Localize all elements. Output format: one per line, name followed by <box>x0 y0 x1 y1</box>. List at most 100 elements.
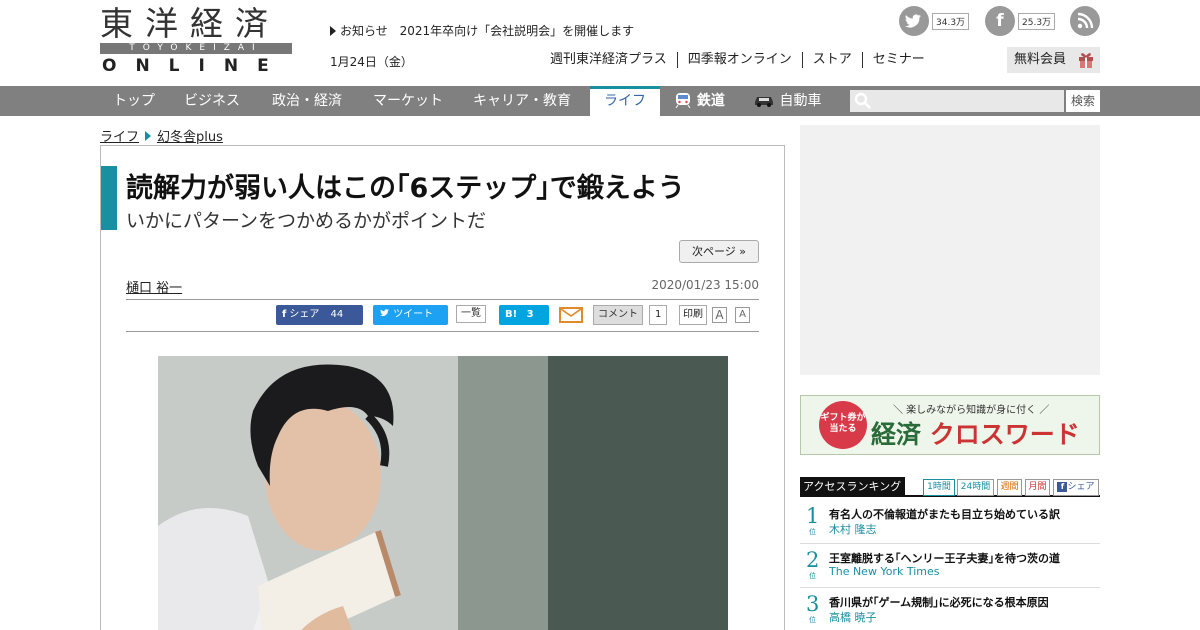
nav-politics-economy[interactable]: 政治・経済 <box>272 86 342 116</box>
advertisement[interactable] <box>800 125 1100 375</box>
ranking-tab-24h[interactable]: 24時間 <box>957 479 994 496</box>
train-icon <box>675 93 691 109</box>
mail-icon[interactable] <box>559 307 583 323</box>
facebook-count: 25.3万 <box>1018 12 1056 30</box>
site-header: 東洋経済 TOYOKEIZAI ONLINE お知らせ 2021年卒向け「会社説… <box>0 0 1200 86</box>
ranking-title: アクセスランキング <box>800 477 905 497</box>
rank-author[interactable]: 木村 隆志 <box>829 521 877 537</box>
tweet-label: ツイート <box>393 309 434 320</box>
twitter-icon <box>380 309 389 317</box>
nav-business[interactable]: ビジネス <box>184 86 240 116</box>
search-input[interactable] <box>850 90 1064 112</box>
gift-icon <box>1079 53 1093 68</box>
next-page-button[interactable]: 次ページ » <box>679 240 759 263</box>
hatena-bookmark-button[interactable]: B! 3 <box>499 305 549 325</box>
publish-date: 2020/01/23 15:00 <box>651 278 759 292</box>
ranking-item[interactable]: 2 位 王室離脱する｢ヘンリー王子夫妻｣を待つ茨の道 The New York … <box>800 544 1100 588</box>
search-button[interactable]: 検索 <box>1066 90 1100 112</box>
font-size-small-button[interactable]: A <box>735 307 750 323</box>
share-bar: f シェア 44 ツイート 一覧 B! 3 コメント 1 印刷 A A <box>101 305 784 327</box>
top-link-store[interactable]: ストア <box>801 52 862 68</box>
rank-suffix: 位 <box>809 572 816 580</box>
tweet-button[interactable]: ツイート <box>373 305 448 325</box>
nav-life[interactable]: ライフ <box>590 86 660 116</box>
font-size-large-button[interactable]: A <box>712 307 727 323</box>
car-icon <box>755 97 773 107</box>
ranking-tab-monthly[interactable]: 月間 <box>1025 479 1050 496</box>
ranking-header: アクセスランキング 1時間 24時間 週間 月間 f シェア <box>800 477 1100 497</box>
nav-top[interactable]: トップ <box>113 86 155 116</box>
rank-title[interactable]: 香川県が｢ゲーム規制｣に必死になる根本原因 <box>829 594 1049 610</box>
nav-automobile-label: 自動車 <box>779 93 822 109</box>
rank-suffix: 位 <box>809 616 816 624</box>
rank-number: 3 <box>806 592 820 616</box>
rank-title[interactable]: 王室離脱する｢ヘンリー王子夫妻｣を待つ茨の道 <box>829 550 1060 566</box>
facebook-icon: f <box>1057 482 1068 492</box>
comment-button[interactable]: コメント <box>593 305 643 325</box>
rank-suffix: 位 <box>809 528 816 536</box>
tweet-list-link[interactable]: 一覧 <box>456 305 486 323</box>
breadcrumb-life[interactable]: ライフ <box>100 130 139 145</box>
photo-illustration <box>158 356 728 630</box>
article-title: 読解力が弱い人はこの｢6ステップ｣で鍛えよう <box>126 173 685 204</box>
logo-kanji: 東洋経済 <box>100 4 280 43</box>
current-date: 1月24日（金） <box>330 55 413 69</box>
print-button[interactable]: 印刷 <box>679 305 707 325</box>
logo-romaji: TOYOKEIZAI <box>100 43 292 54</box>
banner-tagline: ＼ 楽しみながら知識が身に付く ／ <box>893 405 1050 416</box>
twitter-icon <box>899 6 929 36</box>
facebook-share-label: シェア <box>289 309 320 320</box>
site-logo[interactable]: 東洋経済 TOYOKEIZAI ONLINE <box>100 4 292 76</box>
banner-title: 経済 クロスワード <box>871 415 1080 451</box>
rss-icon <box>1070 6 1100 36</box>
banner-title-main: 経済 <box>871 420 922 449</box>
title-accent-bar <box>101 166 117 230</box>
ranking-tab-share[interactable]: f シェア <box>1053 479 1099 496</box>
triangle-icon <box>330 26 336 36</box>
ranking-tab-weekly[interactable]: 週間 <box>997 479 1022 496</box>
ranking-item[interactable]: 1 位 有名人の不倫報道がまたも目立ち始めている訳 木村 隆志 <box>800 500 1100 544</box>
breadcrumb-gentosha[interactable]: 幻冬舎plus <box>157 130 223 145</box>
rank-author[interactable]: 高橋 暁子 <box>829 609 877 625</box>
rss-link[interactable] <box>1070 6 1100 36</box>
twitter-count: 34.3万 <box>932 12 970 30</box>
rank-number: 2 <box>806 548 820 572</box>
member-label: 無料会員 <box>1014 52 1067 67</box>
rank-author[interactable]: The New York Times <box>829 565 939 578</box>
banner-title-red: クロスワード <box>929 420 1080 449</box>
author-link[interactable]: 樋口 裕一 <box>126 277 182 296</box>
hatena-count: 3 <box>526 309 534 320</box>
ranking-tab-1h[interactable]: 1時間 <box>923 479 955 496</box>
ranking-item[interactable]: 3 位 香川県が｢ゲーム規制｣に必死になる根本原因 高橋 暁子 <box>800 588 1100 630</box>
nav-market[interactable]: マーケット <box>373 86 443 116</box>
facebook-follow[interactable]: f 25.3万 <box>985 6 1056 36</box>
nav-career-education[interactable]: キャリア・教育 <box>473 86 571 116</box>
logo-online: ONLINE <box>102 56 288 76</box>
crossword-banner[interactable]: ギフト券が当たる ＼ 楽しみながら知識が身に付く ／ 経済 クロスワード <box>800 395 1100 455</box>
top-link-weekly-plus[interactable]: 週刊東洋経済プラス <box>550 52 677 68</box>
comment-count: 1 <box>649 305 668 325</box>
breadcrumb: ライフ 幻冬舎plus <box>100 126 223 145</box>
ranking-tab-share-label: シェア <box>1067 482 1095 492</box>
twitter-follow[interactable]: 34.3万 <box>899 6 970 36</box>
notice-text[interactable]: 2021年卒向け「会社説明会」を開催します <box>400 24 635 38</box>
breadcrumb-separator-icon <box>145 131 152 141</box>
facebook-share-button[interactable]: f シェア 44 <box>276 305 363 325</box>
divider <box>126 299 759 300</box>
nav-railway-label: 鉄道 <box>696 93 725 109</box>
notice-label: お知らせ <box>340 24 388 38</box>
article: 読解力が弱い人はこの｢6ステップ｣で鍛えよう いかにパターンをつかめるかがポイン… <box>100 145 785 630</box>
notice[interactable]: お知らせ 2021年卒向け「会社説明会」を開催します <box>330 22 634 39</box>
top-link-shikiho[interactable]: 四季報オンライン <box>676 52 802 68</box>
top-link-seminar[interactable]: セミナー <box>861 52 935 68</box>
hatena-label: B! <box>505 309 518 320</box>
nav-automobile[interactable]: 自動車 <box>753 86 821 116</box>
divider <box>126 331 759 332</box>
search-icon <box>854 92 871 109</box>
rank-title[interactable]: 有名人の不倫報道がまたも目立ち始めている訳 <box>829 506 1060 522</box>
nav-railway[interactable]: 鉄道 <box>674 86 725 116</box>
rank-number: 1 <box>806 504 820 528</box>
facebook-share-count: 44 <box>330 309 344 320</box>
free-member-button[interactable]: 無料会員 <box>1007 47 1100 73</box>
article-photo <box>158 356 728 630</box>
